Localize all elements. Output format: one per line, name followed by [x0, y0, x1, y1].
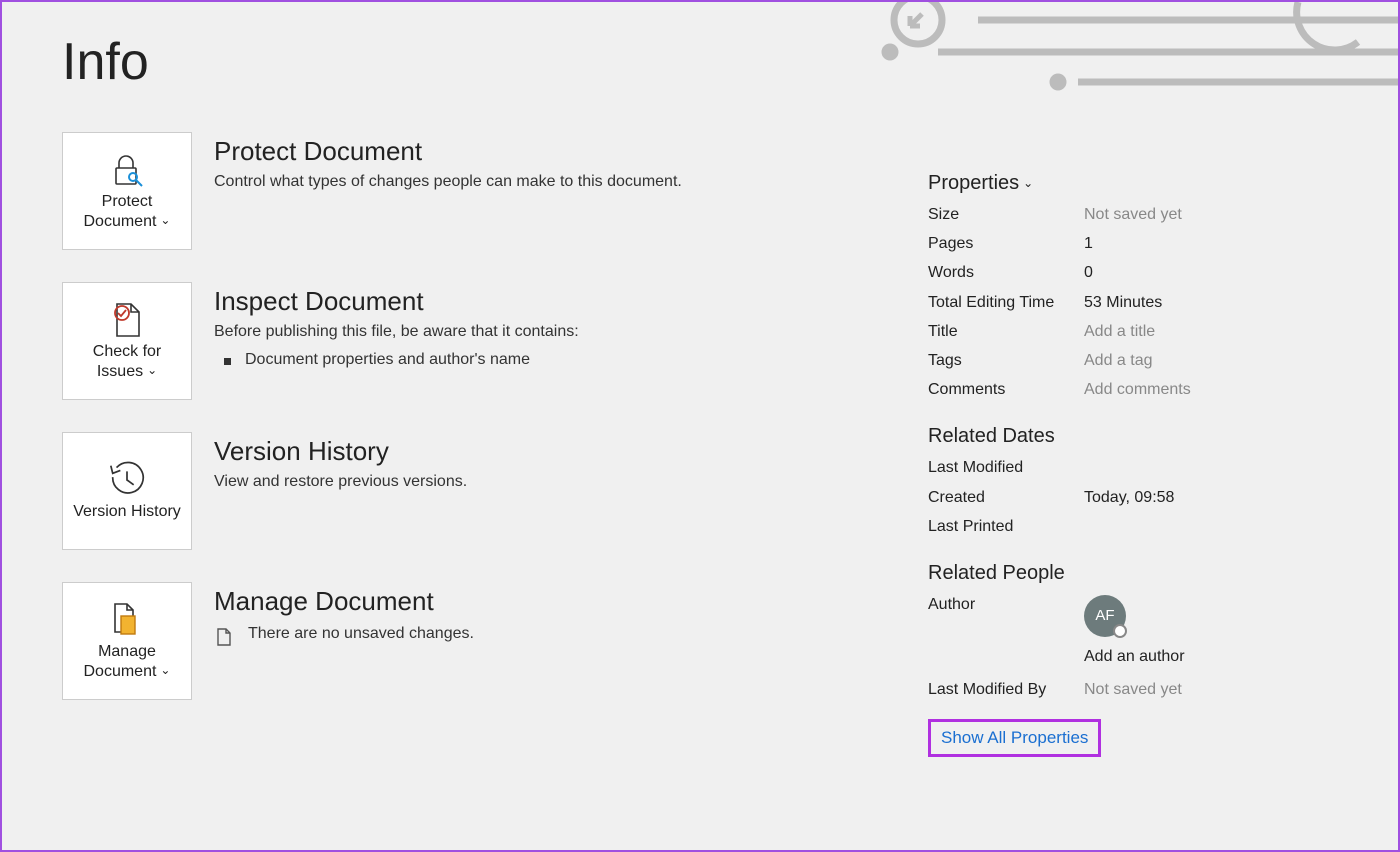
lock-key-icon	[107, 150, 147, 190]
prop-words: Words 0	[928, 263, 1348, 282]
document-check-icon	[107, 300, 147, 340]
tile-label: Manage Document	[69, 642, 185, 682]
related-people-header: Related People	[928, 562, 1348, 585]
last-modified-by-row: Last Modified By Not saved yet	[928, 680, 1348, 699]
protect-document-button[interactable]: Protect Document	[62, 132, 192, 250]
date-last-printed: Last Printed	[928, 517, 1348, 536]
bullet-icon	[224, 358, 231, 365]
prop-pages: Pages 1	[928, 234, 1348, 253]
author-avatar[interactable]: AF	[1084, 595, 1126, 637]
tile-label: Protect Document	[69, 192, 185, 232]
check-for-issues-button[interactable]: Check for Issues	[62, 282, 192, 400]
documents-icon	[107, 600, 147, 640]
show-all-properties-link[interactable]: Show All Properties	[928, 719, 1101, 757]
date-created: Created Today, 09:58	[928, 488, 1348, 507]
prop-comments[interactable]: Comments Add comments	[928, 380, 1348, 399]
prop-title[interactable]: Title Add a title	[928, 322, 1348, 341]
prop-total-editing-time: Total Editing Time 53 Minutes	[928, 293, 1348, 312]
section-protect: Protect Document Protect Document Contro…	[62, 132, 918, 250]
section-title: Manage Document	[214, 586, 474, 617]
date-last-modified: Last Modified	[928, 458, 1348, 477]
prop-size: Size Not saved yet	[928, 205, 1348, 224]
presence-icon	[1113, 624, 1127, 638]
section-desc: View and restore previous versions.	[214, 473, 467, 491]
tile-label: Check for Issues	[69, 342, 185, 382]
section-manage: Manage Document Manage Document There ar…	[62, 582, 918, 700]
related-dates-header: Related Dates	[928, 425, 1348, 448]
history-clock-icon	[107, 460, 147, 500]
section-desc: There are no unsaved changes.	[248, 625, 474, 647]
properties-dropdown[interactable]: Properties	[928, 172, 1348, 195]
bullet-text: Document properties and author's name	[245, 351, 530, 369]
section-desc: Control what types of changes people can…	[214, 173, 682, 191]
add-author-link[interactable]: Add an author	[1084, 647, 1185, 666]
section-title: Inspect Document	[214, 286, 579, 317]
page-title: Info	[62, 32, 918, 92]
section-inspect: Check for Issues Inspect Document Before…	[62, 282, 918, 400]
version-history-button[interactable]: Version History	[62, 432, 192, 550]
unsaved-doc-icon	[214, 627, 234, 647]
section-desc: Before publishing this file, be aware th…	[214, 323, 579, 341]
manage-document-button[interactable]: Manage Document	[62, 582, 192, 700]
section-title: Version History	[214, 436, 467, 467]
section-title: Protect Document	[214, 136, 682, 167]
tile-label: Version History	[73, 502, 181, 522]
section-versions: Version History Version History View and…	[62, 432, 918, 550]
prop-tags[interactable]: Tags Add a tag	[928, 351, 1348, 370]
author-row: Author AF Add an author	[928, 595, 1348, 666]
